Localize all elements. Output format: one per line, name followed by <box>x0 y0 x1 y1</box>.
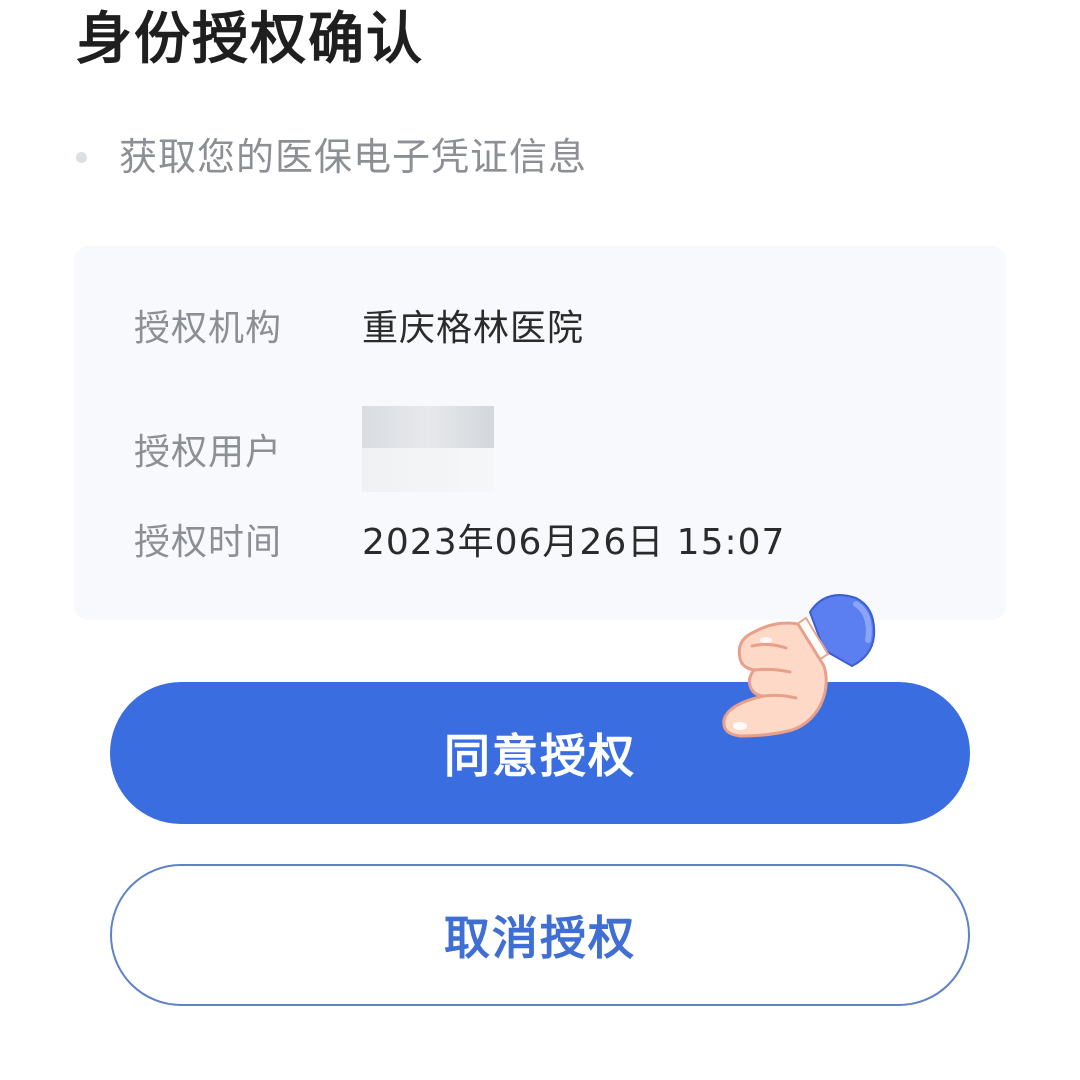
mosaic-block <box>362 406 494 448</box>
scope-item: 获取您的医保电子凭证信息 <box>76 130 587 184</box>
detail-label: 授权时间 <box>134 522 283 563</box>
detail-label: 授权用户 <box>134 432 283 473</box>
detail-label: 授权机构 <box>134 308 283 349</box>
masked-user-value <box>362 406 494 496</box>
mosaic-block <box>362 448 494 492</box>
page-title: 身份授权确认 <box>76 7 424 72</box>
detail-row-institution: 授权机构 重庆格林医院 <box>134 304 584 354</box>
authorization-details-card: 授权机构 重庆格林医院 授权用户 授权时间 2023年06月26日 15:07 <box>74 246 1006 620</box>
cancel-authorization-button[interactable]: 取消授权 <box>110 864 970 1006</box>
authorization-page: 身份授权确认 获取您的医保电子凭证信息 授权机构 重庆格林医院 授权用户 授权时… <box>0 0 1080 1080</box>
detail-value: 2023年06月26日 15:07 <box>362 522 786 563</box>
cancel-button-label: 取消授权 <box>444 911 636 965</box>
detail-row-time: 授权时间 2023年06月26日 15:07 <box>134 518 785 568</box>
agree-button-label: 同意授权 <box>444 729 636 783</box>
detail-value: 重庆格林医院 <box>362 308 585 349</box>
agree-authorization-button[interactable]: 同意授权 <box>110 682 970 824</box>
scope-item-text: 获取您的医保电子凭证信息 <box>119 135 588 179</box>
bullet-dot-icon <box>76 151 87 163</box>
detail-row-user: 授权用户 <box>134 406 494 496</box>
